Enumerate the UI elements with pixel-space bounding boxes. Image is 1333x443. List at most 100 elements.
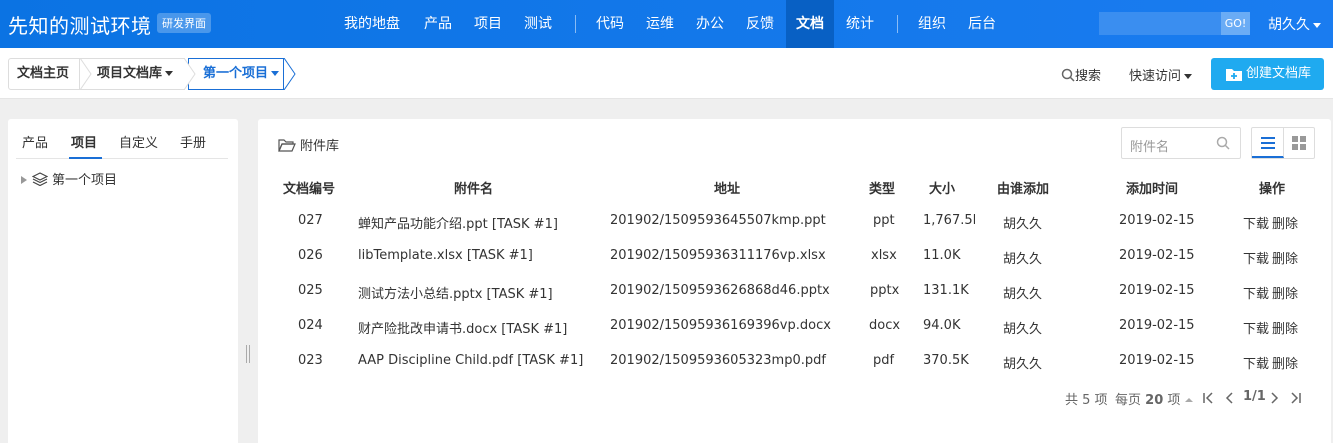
breadcrumb-current[interactable]: 第一个项目	[188, 58, 284, 90]
column-header-added-by[interactable]: 由谁添加	[997, 178, 1049, 197]
folder-plus-icon	[1226, 69, 1242, 81]
library-title-label: 附件库	[300, 139, 340, 154]
cell-path: 201902/1509593605323mp0.pdf	[610, 353, 826, 368]
list-view-icon	[1261, 137, 1275, 149]
search-toggle[interactable]: 搜索	[1061, 65, 1101, 84]
download-link[interactable]: 下载	[1243, 248, 1269, 267]
list-view-button[interactable]	[1252, 128, 1284, 158]
cell-type: xlsx	[871, 248, 897, 263]
pager-page: 1/1	[1243, 389, 1266, 404]
first-page-icon[interactable]	[1202, 392, 1214, 404]
nav-divider	[575, 15, 576, 33]
cell-path: 201902/1509593645507kmp.ppt	[610, 213, 826, 228]
last-page-icon[interactable]	[1290, 392, 1302, 404]
cell-file-name[interactable]: AAP Discipline Child.pdf [TASK #1]	[358, 353, 583, 368]
delete-link[interactable]: 删除	[1272, 353, 1298, 372]
cell-id: 025	[298, 283, 323, 298]
top-navbar: 先知的测试环境 研发界面 我的地盘 产品 项目 测试 代码 运维 办公 反馈 文…	[0, 0, 1333, 48]
nav-item-admin[interactable]: 后台	[968, 0, 996, 48]
cell-size: 1,767.5K	[923, 213, 975, 228]
column-header-actions: 操作	[1259, 182, 1286, 197]
active-tab-indicator	[69, 157, 102, 159]
tab-project[interactable]: 项目	[71, 132, 97, 151]
nav-item-ops[interactable]: 运维	[646, 0, 674, 48]
cell-type: pdf	[873, 353, 895, 368]
column-header-path[interactable]: 地址	[714, 178, 740, 197]
cell-file-name[interactable]: libTemplate.xlsx [TASK #1]	[358, 248, 533, 263]
create-library-button[interactable]: 创建文档库	[1211, 58, 1324, 90]
download-link[interactable]: 下载	[1243, 353, 1269, 372]
prev-page-icon[interactable]	[1224, 392, 1234, 404]
download-link[interactable]: 下载	[1243, 318, 1269, 337]
chevron-down-icon	[1313, 22, 1321, 28]
breadcrumb-home[interactable]: 文档主页	[8, 58, 80, 90]
cell-id: 027	[298, 213, 323, 228]
column-header-id[interactable]: 文档编号	[283, 178, 335, 197]
column-header-added-date[interactable]: 添加时间	[1126, 178, 1178, 197]
tree-item-project[interactable]: 第一个项目	[20, 169, 117, 188]
view-mode-toggle	[1251, 127, 1315, 159]
app-brand[interactable]: 先知的测试环境	[8, 10, 152, 39]
mode-badge[interactable]: 研发界面	[157, 13, 211, 33]
nav-item-doc[interactable]: 文档	[786, 0, 834, 48]
pager-per-page[interactable]: 每页 20 项	[1115, 389, 1193, 408]
nav-item-org[interactable]: 组织	[918, 0, 946, 48]
grid-view-button[interactable]	[1284, 128, 1314, 158]
go-button[interactable]: GO!	[1221, 12, 1250, 35]
nav-item-office[interactable]: 办公	[696, 0, 724, 48]
delete-link[interactable]: 删除	[1272, 318, 1298, 337]
tab-manual[interactable]: 手册	[180, 132, 206, 151]
cell-type: ppt	[873, 213, 895, 228]
column-header-size[interactable]: 大小	[929, 178, 955, 197]
cell-added-by: 胡久久	[1003, 322, 1043, 337]
chevron-up-icon	[1184, 398, 1193, 402]
tab-divider	[16, 158, 228, 159]
chevron-down-icon	[165, 71, 174, 76]
library-sidebar: 产品 项目 自定义 手册 第一个项目	[8, 119, 238, 443]
column-header-type[interactable]: 类型	[869, 178, 895, 197]
cell-added-by: 胡久久	[1003, 252, 1043, 267]
panel-resize-handle[interactable]	[246, 345, 250, 363]
cell-file-name[interactable]: 财产险批改申请书.docx [TASK #1]	[358, 318, 567, 337]
nav-divider	[897, 15, 898, 33]
breadcrumb-arrow-icon	[283, 58, 296, 90]
delete-link[interactable]: 删除	[1272, 283, 1298, 302]
nav-item-project[interactable]: 项目	[474, 0, 502, 48]
cell-size: 370.5K	[923, 353, 969, 368]
user-menu[interactable]: 胡久久	[1268, 14, 1321, 34]
attachment-search-input[interactable]: 附件名	[1121, 127, 1241, 159]
tree-item-label: 第一个项目	[52, 173, 118, 188]
cell-id: 024	[298, 318, 323, 333]
cell-path: 201902/1509593631117​6vp.xlsx	[610, 248, 826, 263]
next-page-icon[interactable]	[1270, 392, 1280, 404]
breadcrumb-arrow-icon	[79, 58, 92, 90]
quick-access-dropdown[interactable]: 快速访问	[1129, 65, 1193, 84]
tab-custom[interactable]: 自定义	[119, 132, 158, 151]
download-link[interactable]: 下载	[1243, 213, 1269, 232]
search-icon[interactable]	[1216, 136, 1230, 150]
nav-item-code[interactable]: 代码	[596, 0, 624, 48]
column-header-name[interactable]: 附件名	[454, 178, 493, 197]
per-page-unit: 项	[1167, 393, 1181, 408]
quick-access-label: 快速访问	[1129, 69, 1182, 84]
cell-file-name[interactable]: 测试方法小总结.pptx [TASK #1]	[358, 283, 553, 302]
search-label: 搜索	[1075, 69, 1102, 84]
tab-product[interactable]: 产品	[22, 132, 48, 151]
delete-link[interactable]: 删除	[1272, 213, 1298, 232]
nav-item-my[interactable]: 我的地盘	[344, 0, 400, 48]
user-name: 胡久久	[1268, 17, 1310, 33]
search-placeholder: 附件名	[1130, 140, 1170, 155]
delete-link[interactable]: 删除	[1272, 248, 1298, 267]
breadcrumb-home-label: 文档主页	[17, 66, 70, 81]
nav-item-stats[interactable]: 统计	[846, 0, 874, 48]
download-link[interactable]: 下载	[1243, 283, 1269, 302]
cell-path: 201902/1509593616939​6vp.docx	[610, 318, 831, 333]
per-page-label: 每页	[1115, 393, 1142, 408]
cell-file-name[interactable]: 蝉知产品功能介绍.ppt [TASK #1]	[358, 213, 558, 232]
nav-item-product[interactable]: 产品	[424, 0, 452, 48]
nav-item-qa[interactable]: 测试	[524, 0, 552, 48]
nav-item-feedback[interactable]: 反馈	[746, 0, 774, 48]
breadcrumb-library[interactable]: 项目文档库	[80, 58, 185, 90]
expand-arrow-icon[interactable]	[20, 175, 28, 185]
global-search-input[interactable]	[1099, 12, 1221, 35]
